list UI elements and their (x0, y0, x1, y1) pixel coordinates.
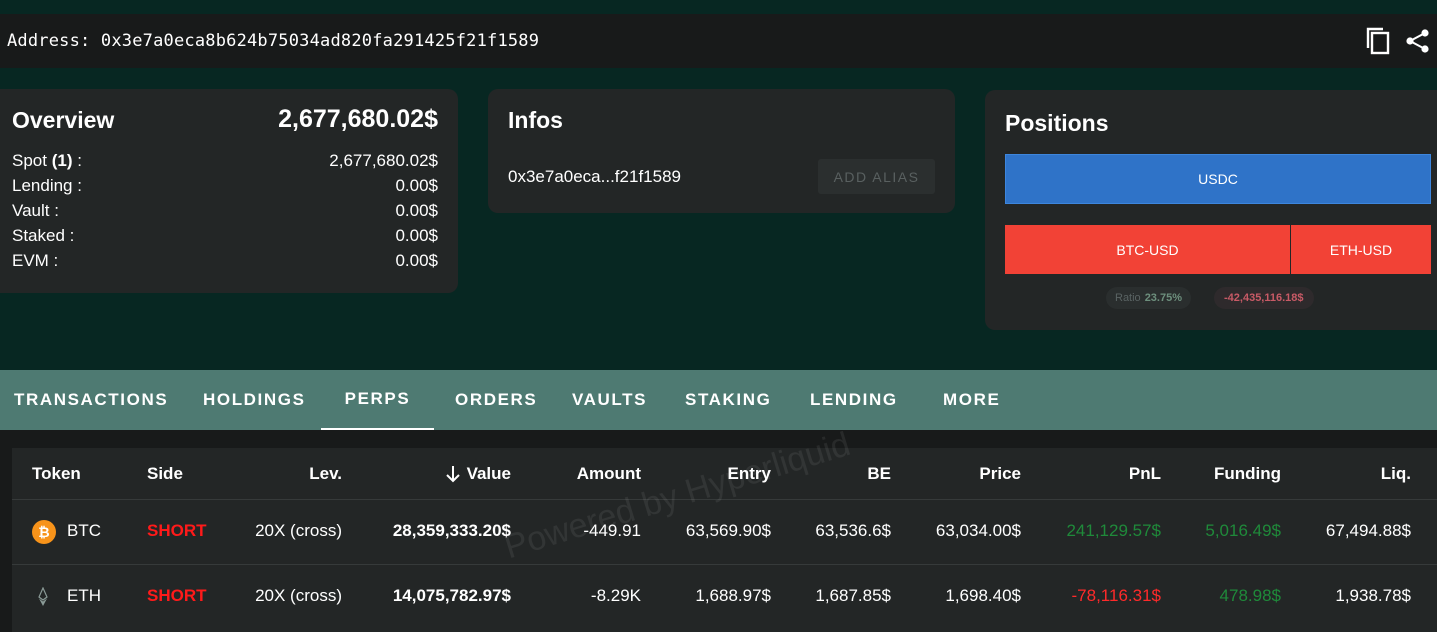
cell-lev: 20X (cross) (255, 586, 342, 605)
cell-side: SHORT (147, 521, 207, 540)
overview-row-staked: Staked : 0.00$ (12, 226, 438, 246)
cell-pnl: -78,116.31$ (1071, 586, 1161, 605)
overview-row-label: Staked : (12, 226, 75, 245)
overview-total: 2,677,680.02$ (278, 105, 438, 133)
cell-entry: 1,688.97$ (695, 586, 771, 605)
cell-token: BTC (67, 521, 101, 540)
header-lev[interactable]: Lev. (309, 464, 342, 484)
perps-table: Token Side Lev. Value Amount Entry BE Pr… (12, 448, 1437, 632)
header-funding[interactable]: Funding (1214, 464, 1281, 484)
overview-row-evm: EVM : 0.00$ (12, 251, 438, 271)
address-actions (1365, 26, 1431, 56)
table-header: Token Side Lev. Value Amount Entry BE Pr… (12, 448, 1437, 500)
perps-table-area: Token Side Lev. Value Amount Entry BE Pr… (0, 430, 1437, 632)
overview-row-label: EVM : (12, 251, 59, 270)
infos-card: Infos 0x3e7a0eca...f21f1589 ADD ALIAS (488, 89, 955, 213)
header-side[interactable]: Side (147, 464, 183, 484)
overview-row-value: 0.00$ (395, 251, 438, 270)
cell-token: ETH (67, 586, 101, 605)
bitcoin-icon: ₿ (32, 520, 56, 544)
ratio-value: 23.75% (1144, 292, 1182, 304)
header-value[interactable]: Value (445, 464, 511, 484)
eth-usd-position-bar[interactable]: ETH-USD (1291, 225, 1431, 274)
header-pnl[interactable]: PnL (1129, 464, 1161, 484)
ratio-label: Ratio (1115, 292, 1141, 304)
tab-staking[interactable]: STAKING (685, 370, 771, 430)
tab-transactions[interactable]: TRANSACTIONS (14, 370, 168, 430)
overview-row-value: 2,677,680.02$ (329, 151, 438, 170)
cell-price: 63,034.00$ (935, 521, 1021, 540)
cell-value: 28,359,333.20$ (392, 521, 511, 540)
overview-title: Overview (12, 107, 115, 133)
header-price[interactable]: Price (979, 464, 1021, 484)
cell-price: 1,698.40$ (945, 586, 1021, 605)
cell-liq: 67,494.88$ (1325, 521, 1411, 540)
ratio-badge: Ratio 23.75% (1106, 287, 1191, 309)
positions-pnl-badge: -42,435,116.18$ (1214, 287, 1314, 309)
cell-liq: 1,938.78$ (1335, 586, 1411, 605)
btc-usd-position-bar[interactable]: BTC-USD (1005, 225, 1290, 274)
header-amount[interactable]: Amount (577, 464, 641, 484)
tab-bar: TRANSACTIONS HOLDINGS PERPS ORDERS VAULT… (0, 370, 1437, 430)
cell-pnl: 241,129.57$ (1066, 521, 1161, 540)
tab-lending[interactable]: LENDING (810, 370, 898, 430)
cell-funding: 5,016.49$ (1205, 521, 1281, 540)
overview-row-value: 0.00$ (395, 201, 438, 220)
cell-lev: 20X (cross) (255, 521, 342, 540)
infos-title: Infos (508, 107, 563, 133)
overview-row-spot: Spot (1) : 2,677,680.02$ (12, 151, 438, 171)
overview-row-label: Vault : (12, 201, 59, 220)
table-row[interactable]: ETH SHORT 20X (cross) 14,075,782.97$ -8.… (12, 565, 1437, 630)
cell-be: 1,687.85$ (815, 586, 891, 605)
header-entry[interactable]: Entry (728, 464, 771, 484)
tab-vaults[interactable]: VAULTS (572, 370, 647, 430)
tab-orders[interactable]: ORDERS (455, 370, 537, 430)
arrow-down-icon (445, 466, 460, 483)
positions-title: Positions (1005, 110, 1109, 136)
header-be[interactable]: BE (867, 464, 891, 484)
tab-perps[interactable]: PERPS (321, 370, 434, 430)
cell-side: SHORT (147, 586, 207, 605)
cell-amount: -449.91 (583, 521, 641, 540)
overview-row-value: 0.00$ (395, 176, 438, 195)
header-liq[interactable]: Liq. (1381, 464, 1411, 484)
tab-more[interactable]: MORE (943, 370, 1000, 430)
copy-icon[interactable] (1365, 26, 1391, 56)
usdc-position-bar[interactable]: USDC (1005, 154, 1431, 204)
short-address: 0x3e7a0eca...f21f1589 (508, 167, 681, 186)
overview-card: Overview 2,677,680.02$ Spot (1) : 2,677,… (0, 89, 458, 293)
overview-row-vault: Vault : 0.00$ (12, 201, 438, 221)
table-row[interactable]: ₿ BTC SHORT 20X (cross) 28,359,333.20$ -… (12, 500, 1437, 565)
overview-row-label: Lending : (12, 176, 82, 195)
cell-amount: -8.29K (590, 586, 641, 605)
header-token[interactable]: Token (32, 464, 81, 484)
address-text: Address: 0x3e7a0eca8b624b75034ad820fa291… (7, 31, 540, 51)
overview-row-lending: Lending : 0.00$ (12, 176, 438, 196)
overview-row-value: 0.00$ (395, 226, 438, 245)
overview-row-label: Spot (1) : (12, 151, 82, 170)
share-icon[interactable] (1405, 28, 1431, 54)
address-bar: Address: 0x3e7a0eca8b624b75034ad820fa291… (0, 14, 1437, 68)
positions-card: Positions USDC BTC-USD ETH-USD Ratio 23.… (985, 90, 1437, 330)
cell-value: 14,075,782.97$ (392, 586, 511, 605)
cell-be: 63,536.6$ (815, 521, 891, 540)
cell-entry: 63,569.90$ (685, 521, 771, 540)
ethereum-icon (37, 586, 49, 612)
cell-funding: 478.98$ (1219, 586, 1281, 605)
tab-holdings[interactable]: HOLDINGS (203, 370, 306, 430)
add-alias-button[interactable]: ADD ALIAS (818, 159, 935, 194)
